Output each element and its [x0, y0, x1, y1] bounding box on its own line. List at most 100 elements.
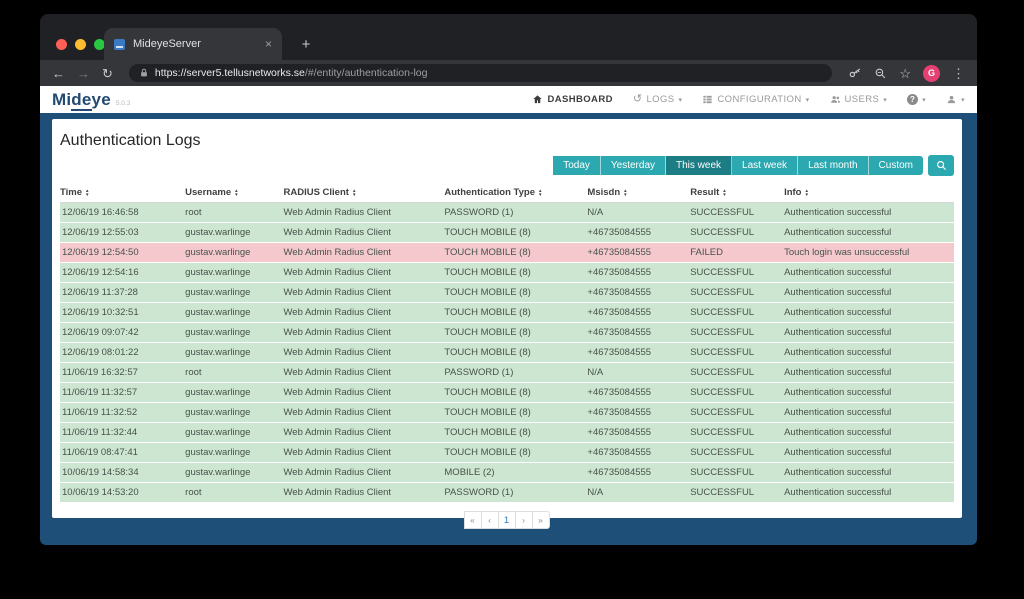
forward-icon[interactable]: →: [77, 67, 90, 80]
cell-msisdn: +46735084555: [587, 443, 690, 463]
search-filter-button[interactable]: [928, 155, 954, 176]
nav-item-users[interactable]: USERS ▾: [830, 94, 888, 105]
tab-close-icon[interactable]: ×: [265, 37, 272, 51]
cell-info: Authentication successful: [784, 383, 954, 403]
cell-time: 12/06/19 08:01:22: [60, 343, 185, 363]
column-header[interactable]: Result▲▼: [690, 183, 784, 203]
cell-radius-client: Web Admin Radius Client: [283, 383, 444, 403]
cell-radius-client: Web Admin Radius Client: [283, 343, 444, 363]
sort-icon[interactable]: ▲▼: [352, 189, 356, 196]
cell-username: gustav.warlinge: [185, 263, 283, 283]
table-row: 12/06/19 12:54:50 gustav.warlinge Web Ad…: [60, 243, 954, 263]
date-filter-button[interactable]: Yesterday: [601, 156, 666, 175]
pagination-button[interactable]: ›: [515, 511, 533, 529]
cell-time: 11/06/19 08:47:41: [60, 443, 185, 463]
cell-info: Authentication successful: [784, 223, 954, 243]
bookmark-star-icon[interactable]: ☆: [899, 67, 911, 80]
browser-titlebar: MideyeServer × +: [40, 14, 977, 60]
nav-item-account[interactable]: ▾: [946, 94, 965, 105]
nav-item-logs[interactable]: ↺ LOGS ▾: [633, 94, 683, 105]
date-filter-button[interactable]: Custom: [869, 156, 923, 175]
cell-radius-client: Web Admin Radius Client: [283, 303, 444, 323]
table-header-row: Time▲▼ Username▲▼ RADIUS Client▲▼: [60, 183, 954, 203]
sort-icon[interactable]: ▲▼: [722, 189, 726, 196]
column-header[interactable]: Time▲▼: [60, 183, 185, 203]
cell-info: Authentication successful: [784, 283, 954, 303]
zoom-search-icon[interactable]: [874, 67, 887, 80]
sort-icon[interactable]: ▲▼: [85, 189, 89, 196]
password-key-icon[interactable]: [848, 66, 862, 80]
cell-result: SUCCESSFUL: [690, 303, 784, 323]
address-bar[interactable]: https://server5.tellusnetworks.se/#/enti…: [129, 64, 832, 82]
cell-username: gustav.warlinge: [185, 323, 283, 343]
date-filter-button[interactable]: Today: [553, 156, 601, 175]
sort-icon[interactable]: ▲▼: [805, 189, 809, 196]
date-filter-group: Today Yesterday This week Last week Last…: [553, 156, 923, 175]
browser-profile-avatar[interactable]: G: [923, 65, 940, 82]
cell-time: 12/06/19 10:32:51: [60, 303, 185, 323]
cell-msisdn: +46735084555: [587, 323, 690, 343]
column-header[interactable]: Username▲▼: [185, 183, 283, 203]
cell-info: Authentication successful: [784, 443, 954, 463]
url-path: /#/entity/authentication-log: [305, 67, 428, 79]
new-tab-button[interactable]: +: [294, 32, 318, 56]
column-header[interactable]: Msisdn▲▼: [587, 183, 690, 203]
pagination-button[interactable]: ‹: [481, 511, 499, 529]
back-icon[interactable]: ←: [52, 67, 65, 80]
date-filter-button[interactable]: Last week: [732, 156, 798, 175]
cell-msisdn: +46735084555: [587, 423, 690, 443]
cell-msisdn: +46735084555: [587, 403, 690, 423]
browser-tab[interactable]: MideyeServer ×: [104, 28, 282, 60]
cell-result: SUCCESSFUL: [690, 283, 784, 303]
home-icon: [532, 94, 543, 105]
nav-item-dashboard[interactable]: DASHBOARD: [532, 94, 612, 105]
chevron-down-icon: ▾: [678, 96, 682, 104]
cell-result: SUCCESSFUL: [690, 463, 784, 483]
cell-result: SUCCESSFUL: [690, 223, 784, 243]
cell-result: SUCCESSFUL: [690, 343, 784, 363]
close-window-button[interactable]: [56, 39, 67, 50]
cell-username: root: [185, 363, 283, 383]
search-icon: [936, 160, 947, 171]
column-header[interactable]: Info▲▼: [784, 183, 954, 203]
cell-msisdn: +46735084555: [587, 223, 690, 243]
pagination-button[interactable]: »: [532, 511, 550, 529]
cell-time: 11/06/19 16:32:57: [60, 363, 185, 383]
cell-radius-client: Web Admin Radius Client: [283, 483, 444, 503]
cell-info: Authentication successful: [784, 203, 954, 223]
cell-radius-client: Web Admin Radius Client: [283, 403, 444, 423]
sort-icon[interactable]: ▲▼: [538, 189, 542, 196]
nav-item-configuration[interactable]: CONFIGURATION ▾: [702, 94, 809, 105]
nav-item-help[interactable]: ? ▾: [907, 94, 926, 105]
cell-username: gustav.warlinge: [185, 303, 283, 323]
url-text: https://server5.tellusnetworks.se/#/enti…: [155, 67, 428, 79]
cell-username: gustav.warlinge: [185, 423, 283, 443]
mideye-logo[interactable]: Mideye 5.0.3: [52, 90, 130, 110]
nav-label: CONFIGURATION: [717, 94, 801, 105]
cell-username: gustav.warlinge: [185, 443, 283, 463]
table-row: 12/06/19 10:32:51 gustav.warlinge Web Ad…: [60, 303, 954, 323]
reload-icon[interactable]: ↻: [102, 67, 113, 80]
cell-auth-type: TOUCH MOBILE (8): [444, 423, 587, 443]
pagination-button[interactable]: «: [464, 511, 482, 529]
cell-radius-client: Web Admin Radius Client: [283, 443, 444, 463]
date-filter-button[interactable]: This week: [666, 156, 732, 175]
column-header[interactable]: Authentication Type▲▼: [444, 183, 587, 203]
column-header[interactable]: RADIUS Client▲▼: [283, 183, 444, 203]
cell-msisdn: +46735084555: [587, 283, 690, 303]
cell-auth-type: TOUCH MOBILE (8): [444, 403, 587, 423]
date-filter-button[interactable]: Last month: [798, 156, 868, 175]
sort-icon[interactable]: ▲▼: [234, 189, 238, 196]
cell-result: SUCCESSFUL: [690, 383, 784, 403]
minimize-window-button[interactable]: [75, 39, 86, 50]
cell-radius-client: Web Admin Radius Client: [283, 223, 444, 243]
cell-info: Authentication successful: [784, 483, 954, 503]
history-icon: ↺: [633, 94, 643, 105]
pagination-button[interactable]: 1: [498, 511, 516, 529]
sort-icon[interactable]: ▲▼: [623, 189, 627, 196]
lock-icon: [139, 68, 149, 78]
cell-time: 10/06/19 14:58:34: [60, 463, 185, 483]
browser-menu-icon[interactable]: ⋮: [952, 67, 965, 80]
browser-window: MideyeServer × + ← → ↻ https://server5.t…: [40, 14, 977, 545]
table-row: 12/06/19 16:46:58 root Web Admin Radius …: [60, 203, 954, 223]
